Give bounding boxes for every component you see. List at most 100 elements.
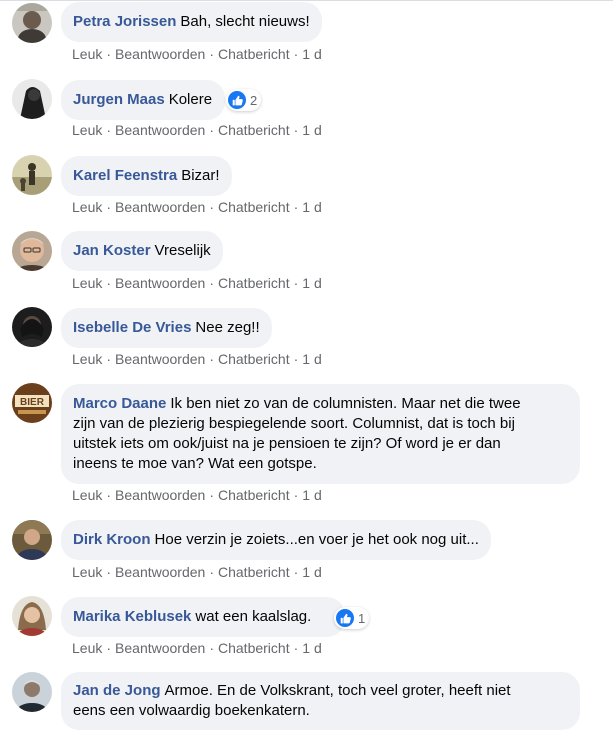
separator: · [293, 487, 299, 503]
like-link[interactable]: Leuk [72, 487, 102, 503]
comment-text: Kolere [168, 91, 213, 108]
like-link[interactable]: Leuk [72, 640, 102, 656]
chat-link[interactable]: Chatbericht [218, 199, 290, 215]
reply-link[interactable]: Beantwoorden [115, 122, 205, 138]
comment-author[interactable]: Dirk Kroon [73, 531, 151, 548]
like-link[interactable]: Leuk [72, 46, 102, 62]
comment-text-line: Ik ben niet zo van de columnisten. Maar … [170, 395, 521, 412]
separator: · [293, 640, 299, 656]
separator: · [209, 46, 214, 62]
reply-link[interactable]: Beantwoorden [115, 564, 205, 580]
separator: · [106, 199, 112, 215]
comment-bubble: Jan Koster Vreselijk [61, 231, 223, 271]
like-link[interactable]: Leuk [72, 275, 102, 291]
comment-text: Nee zeg!! [195, 319, 260, 336]
comment-bubble: Marco Daane Ik ben niet zo van de columni… [61, 384, 580, 484]
chat-link[interactable]: Chatbericht [218, 640, 290, 656]
separator: · [209, 199, 214, 215]
avatar[interactable] [12, 3, 52, 43]
separator: · [106, 640, 112, 656]
comment-author[interactable]: Isebelle De Vries [73, 319, 191, 336]
reply-link[interactable]: Beantwoorden [115, 275, 205, 291]
reply-link[interactable]: Beantwoorden [115, 46, 205, 62]
comment-author[interactable]: Marika Keblusek [73, 608, 191, 625]
separator: · [106, 46, 112, 62]
comment-text: Bah, slecht nieuws! [180, 13, 310, 30]
comment-actions: Leuk · Beantwoorden · Chatbericht · 1 d [72, 45, 322, 63]
timestamp[interactable]: 1 d [302, 564, 321, 580]
comment-text: Hoe verzin je zoiets...en voer je het oo… [154, 531, 479, 548]
avatar[interactable] [12, 79, 52, 119]
comment-actions: Leuk · Beantwoorden · Chatbericht · 1 d [72, 274, 322, 292]
comment-bubble: Karel Feenstra Bizar! [61, 156, 232, 196]
avatar[interactable] [12, 672, 52, 712]
comment-text-line: Armoe. En de Volkskrant, toch veel grote… [164, 682, 511, 699]
chat-link[interactable]: Chatbericht [218, 487, 290, 503]
chat-link[interactable]: Chatbericht [218, 122, 290, 138]
comment-actions: Leuk · Beantwoorden · Chatbericht · 1 d [72, 486, 322, 504]
like-link[interactable]: Leuk [72, 564, 102, 580]
like-link[interactable]: Leuk [72, 351, 102, 367]
separator: · [209, 640, 214, 656]
comment-bubble: Jan de Jong Armoe. En de Volkskrant, toch… [61, 672, 580, 730]
reaction-summary[interactable]: 1 [334, 607, 370, 629]
timestamp[interactable]: 1 d [302, 122, 321, 138]
separator: · [209, 275, 214, 291]
avatar[interactable] [12, 307, 52, 347]
timestamp[interactable]: 1 d [302, 46, 321, 62]
comment-bubble: Jurgen Maas Kolere [61, 80, 225, 120]
comment-author[interactable]: Marco Daane [73, 395, 166, 412]
separator: · [106, 275, 112, 291]
timestamp[interactable]: 1 d [302, 640, 321, 656]
separator: · [106, 487, 112, 503]
reply-link[interactable]: Beantwoorden [115, 640, 205, 656]
timestamp[interactable]: 1 d [302, 275, 321, 291]
separator: · [106, 351, 112, 367]
avatar[interactable] [12, 155, 52, 195]
timestamp[interactable]: 1 d [302, 351, 321, 367]
separator: · [106, 122, 112, 138]
top-divider [0, 0, 613, 1]
chat-link[interactable]: Chatbericht [218, 351, 290, 367]
reaction-count: 2 [250, 92, 258, 108]
avatar[interactable] [12, 231, 52, 271]
separator: · [293, 275, 299, 291]
separator: · [293, 351, 299, 367]
timestamp[interactable]: 1 d [302, 487, 321, 503]
comment-text: Vreselijk [154, 242, 211, 259]
comment-actions: Leuk · Beantwoorden · Chatbericht · 1 d [72, 121, 322, 139]
like-link[interactable]: Leuk [72, 199, 102, 215]
chat-link[interactable]: Chatbericht [218, 46, 290, 62]
like-link[interactable]: Leuk [72, 122, 102, 138]
separator: · [106, 564, 112, 580]
comment-author[interactable]: Jurgen Maas [73, 91, 165, 108]
comment-bubble: Petra Jorissen Bah, slecht nieuws! [61, 2, 322, 42]
comment-text-line: ineens te moe van? Wat een gotspe. [73, 455, 317, 472]
chat-link[interactable]: Chatbericht [218, 275, 290, 291]
comment-text-line: uitstek iets om ook/juist na je pensioen… [73, 435, 501, 452]
avatar[interactable] [12, 520, 52, 560]
timestamp[interactable]: 1 d [302, 199, 321, 215]
chat-link[interactable]: Chatbericht [218, 564, 290, 580]
reaction-summary[interactable]: 2 [226, 89, 262, 111]
comment-bubble: Marika Keblusek wat een kaalslag. [61, 597, 345, 637]
like-icon [336, 609, 354, 627]
separator: · [293, 564, 299, 580]
separator: · [209, 351, 214, 367]
reply-link[interactable]: Beantwoorden [115, 487, 205, 503]
comment-author[interactable]: Petra Jorissen [73, 13, 176, 30]
avatar[interactable]: BIER [12, 383, 52, 423]
comment-text-line: zijn van de plezierig bespiegelende soor… [73, 415, 515, 432]
comment-author[interactable]: Jan de Jong [73, 682, 161, 699]
like-icon [228, 91, 246, 109]
comment-actions: Leuk · Beantwoorden · Chatbericht · 1 d [72, 639, 322, 657]
reply-link[interactable]: Beantwoorden [115, 351, 205, 367]
reaction-count: 1 [358, 610, 366, 626]
avatar[interactable] [12, 596, 52, 636]
comment-text: Bizar! [181, 167, 220, 184]
reply-link[interactable]: Beantwoorden [115, 199, 205, 215]
comment-author[interactable]: Karel Feenstra [73, 167, 177, 184]
comment-bubble: Dirk Kroon Hoe verzin je zoiets...en voer… [61, 520, 491, 560]
comment-author[interactable]: Jan Koster [73, 242, 151, 259]
separator: · [293, 122, 299, 138]
